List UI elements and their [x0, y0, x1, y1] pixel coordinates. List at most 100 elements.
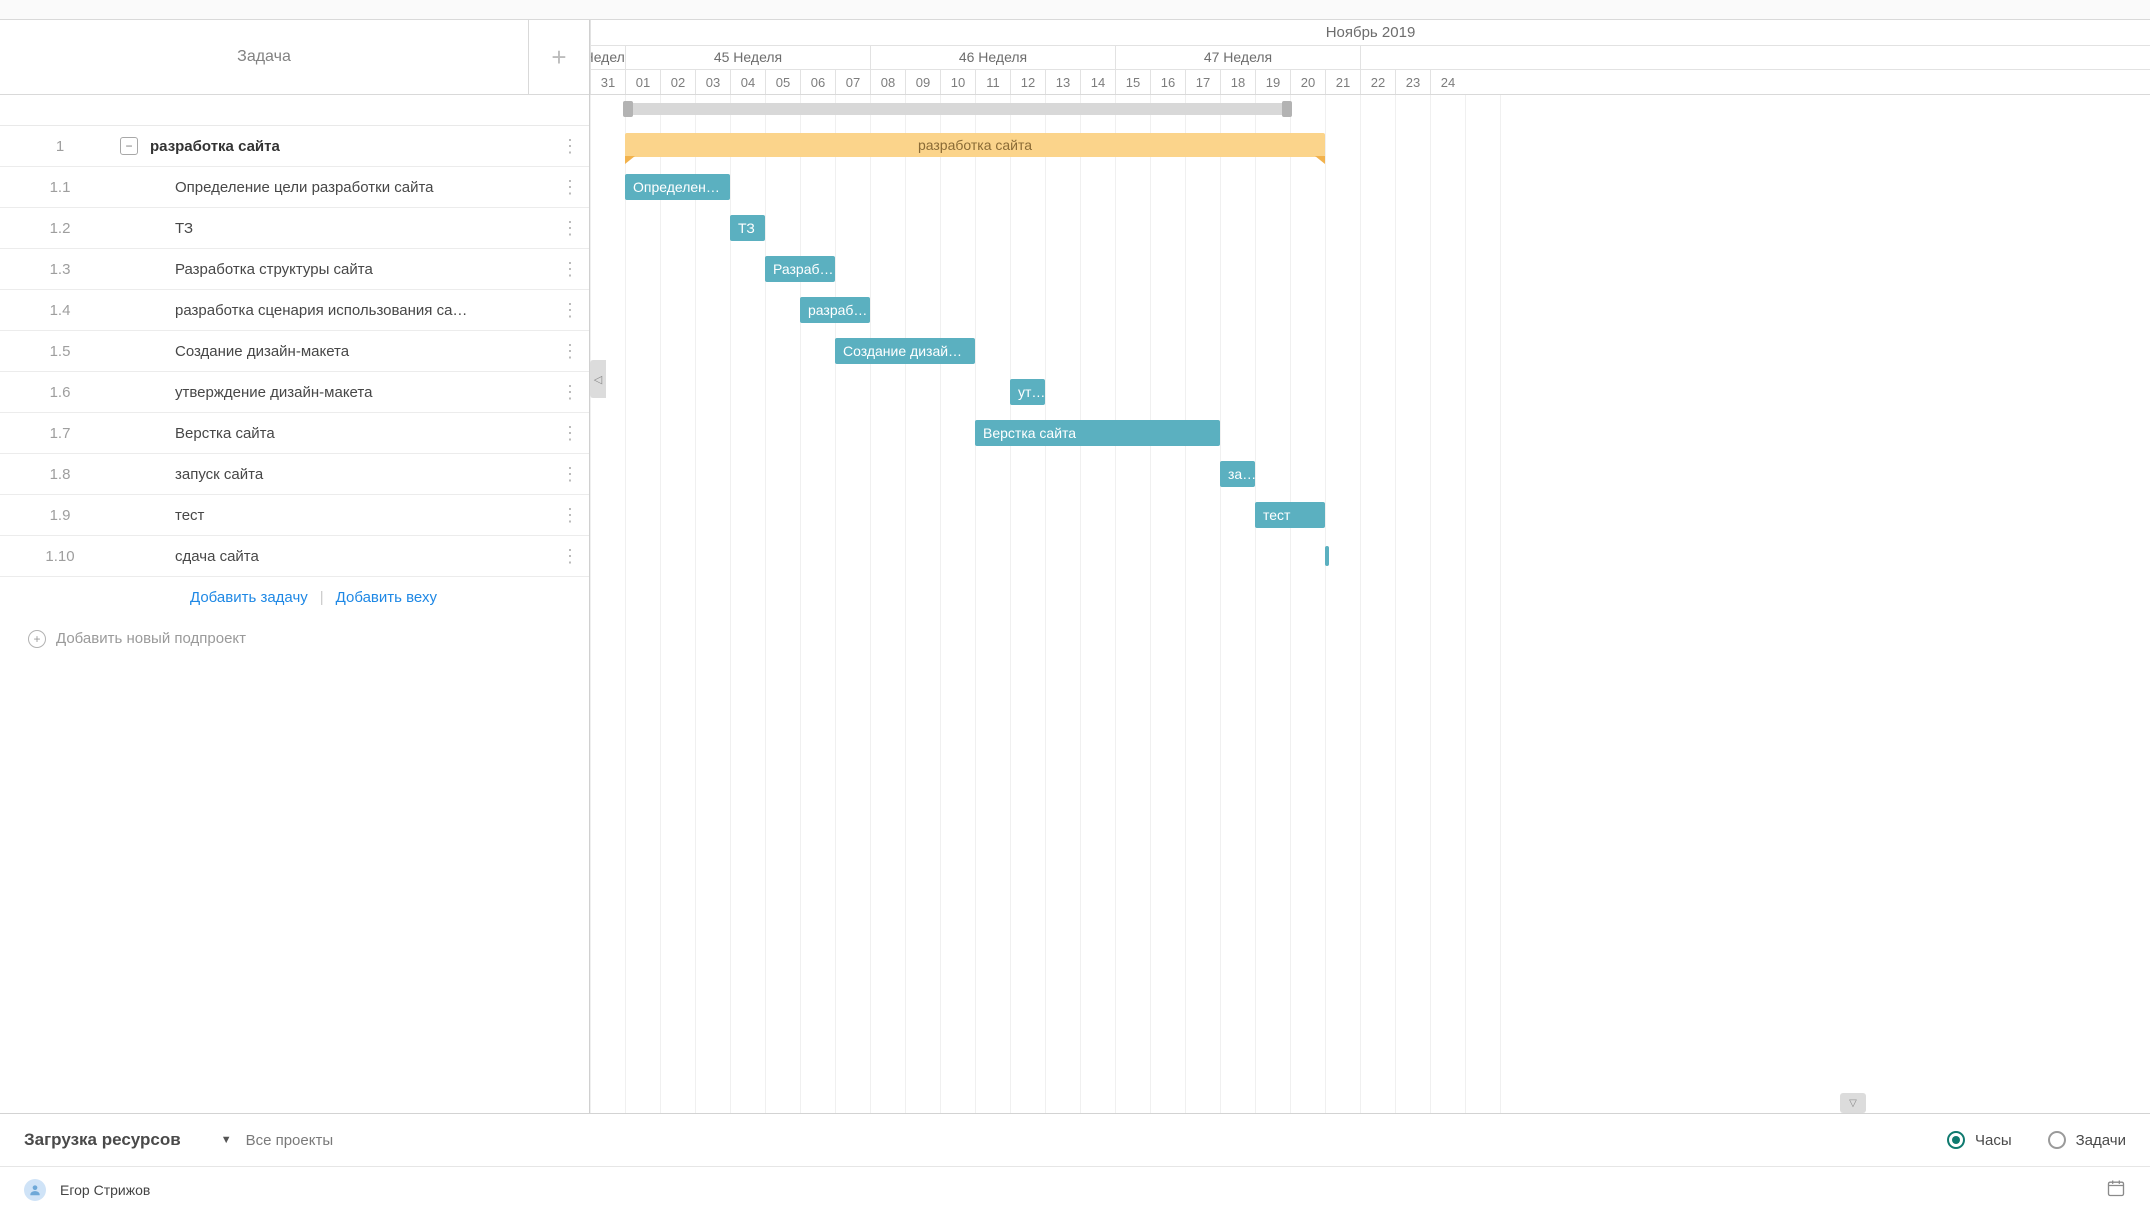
radio-hours[interactable]: Часы [1947, 1131, 2012, 1149]
task-menu-icon[interactable]: ⋮ [559, 505, 579, 526]
day-header: 09 [905, 70, 940, 94]
day-header: 11 [975, 70, 1010, 94]
day-header: 31 [590, 70, 625, 94]
task-row[interactable]: 1.4разработка сценария использования са…… [0, 290, 589, 331]
day-header: 20 [1290, 70, 1325, 94]
resource-title: Загрузка ресурсов [24, 1130, 181, 1150]
task-row[interactable]: 1.1Определение цели разработки сайта⋮ [0, 167, 589, 208]
task-name: Разработка структуры сайта [120, 261, 559, 278]
task-name: Определение цели разработки сайта [120, 179, 559, 196]
day-header: 15 [1115, 70, 1150, 94]
task-id: 1.8 [0, 466, 120, 483]
day-header: 05 [765, 70, 800, 94]
gantt-parent-bar[interactable]: разработка сайта [625, 133, 1325, 157]
add-subproject-button[interactable]: +Добавить новый подпроект [0, 618, 589, 659]
gantt-task-bar[interactable]: за… [1220, 461, 1255, 487]
day-header: 23 [1395, 70, 1430, 94]
day-header: 02 [660, 70, 695, 94]
week-header: 46 Неделя [870, 46, 1115, 70]
user-name: Егор Стрижов [60, 1182, 150, 1198]
gantt-task-bar[interactable]: разраб… [800, 297, 870, 323]
task-menu-icon[interactable]: ⋮ [559, 464, 579, 485]
task-id: 1 [0, 138, 120, 155]
plus-circle-icon: + [28, 630, 46, 648]
task-menu-icon[interactable]: ⋮ [559, 259, 579, 280]
day-header: 10 [940, 70, 975, 94]
task-name: запуск сайта [120, 466, 559, 483]
gantt-task-bar[interactable]: Разраб… [765, 256, 835, 282]
gantt-task-bar[interactable]: Создание дизай… [835, 338, 975, 364]
task-row[interactable]: 1.5Создание дизайн-макета⋮ [0, 331, 589, 372]
add-milestone-link[interactable]: Добавить веху [336, 589, 437, 606]
task-list-panel: Задача + 1−разработка сайта⋮1.1Определен… [0, 20, 590, 1113]
day-header: 08 [870, 70, 905, 94]
task-menu-icon[interactable]: ⋮ [559, 546, 579, 567]
task-menu-icon[interactable]: ⋮ [559, 382, 579, 403]
task-row[interactable]: 1.9тест⋮ [0, 495, 589, 536]
task-row[interactable]: 1.6утверждение дизайн-макета⋮ [0, 372, 589, 413]
day-header: 24 [1430, 70, 1465, 94]
task-menu-icon[interactable]: ⋮ [559, 177, 579, 198]
timeline-range-bar[interactable] [625, 103, 1290, 115]
task-row[interactable]: 1.2ТЗ⋮ [0, 208, 589, 249]
gantt-task-bar[interactable]: Определен… [625, 174, 730, 200]
task-row[interactable]: 1.7Верстка сайта⋮ [0, 413, 589, 454]
task-id: 1.6 [0, 384, 120, 401]
gantt-task-bar[interactable]: тест [1255, 502, 1325, 528]
collapse-toggle[interactable]: − [120, 137, 138, 155]
task-column-header: Задача [0, 20, 529, 94]
range-handle-right[interactable] [1282, 101, 1292, 117]
filter-dropdown-icon[interactable]: ▼ [221, 1134, 232, 1146]
filter-label[interactable]: Все проекты [246, 1132, 334, 1149]
day-header: 22 [1360, 70, 1395, 94]
day-header: 17 [1185, 70, 1220, 94]
day-header: 01 [625, 70, 660, 94]
day-header: 07 [835, 70, 870, 94]
gantt-task-bar[interactable]: ут… [1010, 379, 1045, 405]
radio-tasks[interactable]: Задачи [2048, 1131, 2126, 1149]
task-row[interactable]: 1.8запуск сайта⋮ [0, 454, 589, 495]
task-id: 1.7 [0, 425, 120, 442]
gantt-milestone[interactable] [1325, 546, 1329, 566]
task-menu-icon[interactable]: ⋮ [559, 423, 579, 444]
task-menu-icon[interactable]: ⋮ [559, 300, 579, 321]
top-toolbar [0, 0, 2150, 20]
task-row[interactable]: 1.10сдача сайта⋮ [0, 536, 589, 577]
task-name: Верстка сайта [120, 425, 559, 442]
task-id: 1.10 [0, 548, 120, 565]
task-row[interactable]: 1−разработка сайта⋮ [0, 126, 589, 167]
task-id: 1.5 [0, 343, 120, 360]
task-name: разработка сценария использования са… [120, 302, 559, 319]
user-avatar [24, 1179, 46, 1201]
radio-tasks-label: Задачи [2076, 1132, 2126, 1149]
gantt-task-bar[interactable]: ТЗ [730, 215, 765, 241]
add-column-button[interactable]: + [529, 20, 589, 94]
day-header: 21 [1325, 70, 1360, 94]
range-handle-left[interactable] [623, 101, 633, 117]
task-name: утверждение дизайн-макета [120, 384, 559, 401]
task-name: тест [120, 507, 559, 524]
task-name: ТЗ [120, 220, 559, 237]
gantt-task-bar[interactable]: Верстка сайта [975, 420, 1220, 446]
task-id: 1.2 [0, 220, 120, 237]
add-task-link[interactable]: Добавить задачу [190, 589, 308, 606]
week-header: Неделя [590, 46, 625, 70]
collapse-left-panel-button[interactable]: ◁ [590, 360, 606, 398]
day-header: 12 [1010, 70, 1045, 94]
task-name: Создание дизайн-макета [120, 343, 559, 360]
day-header: 19 [1255, 70, 1290, 94]
day-header: 18 [1220, 70, 1255, 94]
gantt-panel: Ноябрь 2019 Неделя45 Неделя46 Неделя47 Н… [590, 20, 2150, 1113]
resource-footer: Загрузка ресурсов ▼ Все проекты Часы Зад… [0, 1113, 2150, 1212]
task-row[interactable]: 1.3Разработка структуры сайта⋮ [0, 249, 589, 290]
radio-hours-label: Часы [1975, 1132, 2012, 1149]
task-menu-icon[interactable]: ⋮ [559, 136, 579, 157]
task-id: 1.3 [0, 261, 120, 278]
task-menu-icon[interactable]: ⋮ [559, 341, 579, 362]
calendar-icon[interactable] [2106, 1178, 2126, 1201]
task-name: сдача сайта [120, 548, 559, 565]
task-id: 1.4 [0, 302, 120, 319]
day-header: 03 [695, 70, 730, 94]
expand-down-button[interactable]: ▽ [1840, 1093, 1866, 1113]
task-menu-icon[interactable]: ⋮ [559, 218, 579, 239]
